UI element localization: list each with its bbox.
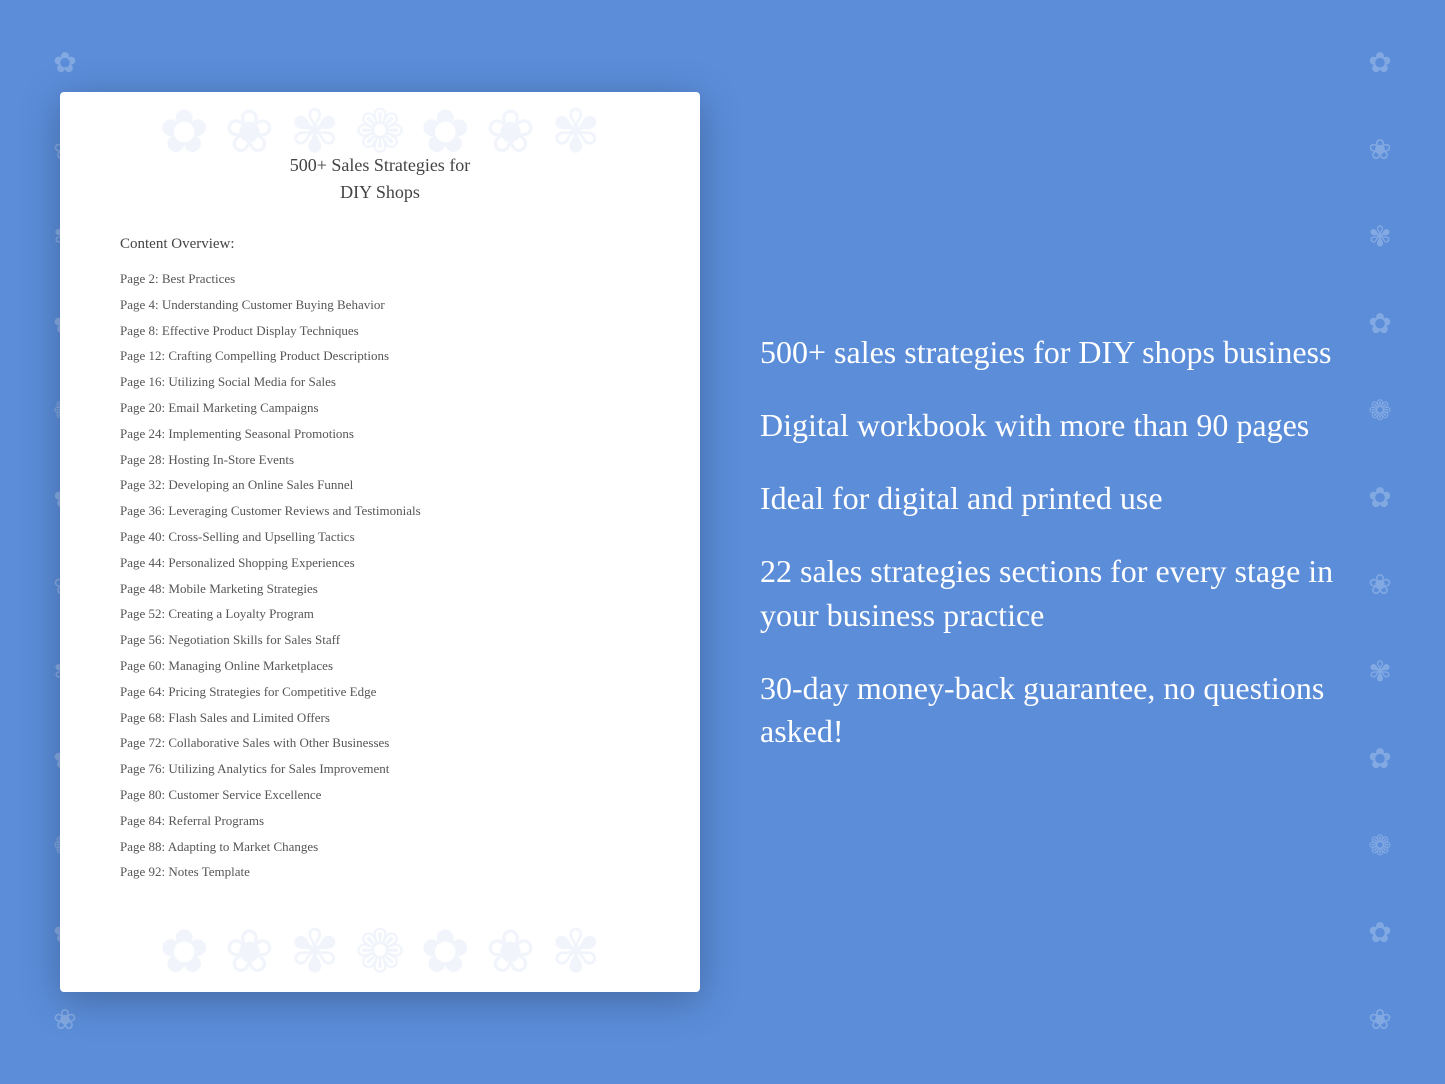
topic-title: Managing Online Marketplaces bbox=[168, 658, 333, 673]
table-row: Page 52: Creating a Loyalty Program bbox=[120, 604, 640, 625]
feature-block-2: Digital workbook with more than 90 pages bbox=[760, 404, 1385, 447]
table-row: Page 24: Implementing Seasonal Promotion… bbox=[120, 424, 640, 445]
page-number: Page 60: bbox=[120, 656, 165, 677]
table-row: Page 12: Crafting Compelling Product Des… bbox=[120, 346, 640, 367]
watermark-bottom: ✿ ❀ ✾ ❁ ✿ ❀ ✾ bbox=[60, 912, 700, 992]
feature-block-5: 30-day money-back guarantee, no question… bbox=[760, 667, 1385, 753]
page-number: Page 56: bbox=[120, 630, 165, 651]
page-number: Page 44: bbox=[120, 553, 165, 574]
table-row: Page 16: Utilizing Social Media for Sale… bbox=[120, 372, 640, 393]
section-title: Content Overview: bbox=[120, 236, 640, 253]
topic-title: Creating a Loyalty Program bbox=[168, 606, 314, 621]
document-card: ✿ ❀ ✾ ❁ ✿ ❀ ✾ 500+ Sales Strategies for … bbox=[60, 92, 700, 992]
topic-title: Adapting to Market Changes bbox=[168, 839, 319, 854]
table-row: Page 72: Collaborative Sales with Other … bbox=[120, 733, 640, 754]
table-row: Page 84: Referral Programs bbox=[120, 811, 640, 832]
document-title: 500+ Sales Strategies for DIY Shops bbox=[120, 152, 640, 206]
topic-title: Referral Programs bbox=[168, 813, 264, 828]
feature-block-1: 500+ sales strategies for DIY shops busi… bbox=[760, 331, 1385, 374]
table-row: Page 36: Leveraging Customer Reviews and… bbox=[120, 501, 640, 522]
page-number: Page 12: bbox=[120, 346, 165, 367]
table-of-contents: Page 2: Best PracticesPage 4: Understand… bbox=[120, 269, 640, 883]
topic-title: Pricing Strategies for Competitive Edge bbox=[168, 684, 376, 699]
page-number: Page 72: bbox=[120, 733, 165, 754]
page-number: Page 76: bbox=[120, 759, 165, 780]
topic-title: Email Marketing Campaigns bbox=[168, 400, 318, 415]
table-row: Page 32: Developing an Online Sales Funn… bbox=[120, 475, 640, 496]
page-number: Page 16: bbox=[120, 372, 165, 393]
topic-title: Cross-Selling and Upselling Tactics bbox=[168, 529, 354, 544]
topic-title: Flash Sales and Limited Offers bbox=[168, 710, 330, 725]
features-panel: 500+ sales strategies for DIY shops busi… bbox=[760, 311, 1385, 773]
table-row: Page 48: Mobile Marketing Strategies bbox=[120, 579, 640, 600]
topic-title: Personalized Shopping Experiences bbox=[168, 555, 354, 570]
table-row: Page 60: Managing Online Marketplaces bbox=[120, 656, 640, 677]
page-number: Page 40: bbox=[120, 527, 165, 548]
topic-title: Hosting In-Store Events bbox=[168, 452, 294, 467]
topic-title: Collaborative Sales with Other Businesse… bbox=[168, 735, 389, 750]
page-number: Page 36: bbox=[120, 501, 165, 522]
table-row: Page 8: Effective Product Display Techni… bbox=[120, 321, 640, 342]
table-row: Page 64: Pricing Strategies for Competit… bbox=[120, 682, 640, 703]
page-number: Page 20: bbox=[120, 398, 165, 419]
table-row: Page 4: Understanding Customer Buying Be… bbox=[120, 295, 640, 316]
table-row: Page 20: Email Marketing Campaigns bbox=[120, 398, 640, 419]
page-number: Page 32: bbox=[120, 475, 165, 496]
table-row: Page 56: Negotiation Skills for Sales St… bbox=[120, 630, 640, 651]
table-row: Page 28: Hosting In-Store Events bbox=[120, 450, 640, 471]
topic-title: Customer Service Excellence bbox=[168, 787, 321, 802]
topic-title: Understanding Customer Buying Behavior bbox=[162, 297, 385, 312]
topic-title: Developing an Online Sales Funnel bbox=[168, 477, 353, 492]
topic-title: Best Practices bbox=[162, 271, 235, 286]
feature-block-4: 22 sales strategies sections for every s… bbox=[760, 550, 1385, 636]
page-number: Page 52: bbox=[120, 604, 165, 625]
table-row: Page 80: Customer Service Excellence bbox=[120, 785, 640, 806]
table-row: Page 44: Personalized Shopping Experienc… bbox=[120, 553, 640, 574]
table-row: Page 92: Notes Template bbox=[120, 862, 640, 883]
topic-title: Leveraging Customer Reviews and Testimon… bbox=[168, 503, 420, 518]
page-number: Page 28: bbox=[120, 450, 165, 471]
page-number: Page 68: bbox=[120, 708, 165, 729]
topic-title: Effective Product Display Techniques bbox=[162, 323, 359, 338]
page-number: Page 64: bbox=[120, 682, 165, 703]
page-number: Page 48: bbox=[120, 579, 165, 600]
topic-title: Utilizing Social Media for Sales bbox=[168, 374, 336, 389]
page-number: Page 88: bbox=[120, 837, 165, 858]
page-number: Page 80: bbox=[120, 785, 165, 806]
table-row: Page 68: Flash Sales and Limited Offers bbox=[120, 708, 640, 729]
main-content: ✿ ❀ ✾ ❁ ✿ ❀ ✾ 500+ Sales Strategies for … bbox=[0, 0, 1445, 1084]
topic-title: Mobile Marketing Strategies bbox=[168, 581, 317, 596]
topic-title: Utilizing Analytics for Sales Improvemen… bbox=[168, 761, 389, 776]
topic-title: Crafting Compelling Product Descriptions bbox=[168, 348, 389, 363]
table-row: Page 88: Adapting to Market Changes bbox=[120, 837, 640, 858]
page-number: Page 92: bbox=[120, 862, 165, 883]
page-number: Page 84: bbox=[120, 811, 165, 832]
page-number: Page 8: bbox=[120, 321, 159, 342]
feature-block-3: Ideal for digital and printed use bbox=[760, 477, 1385, 520]
table-row: Page 40: Cross-Selling and Upselling Tac… bbox=[120, 527, 640, 548]
topic-title: Notes Template bbox=[168, 864, 250, 879]
topic-title: Implementing Seasonal Promotions bbox=[168, 426, 354, 441]
table-row: Page 2: Best Practices bbox=[120, 269, 640, 290]
page-number: Page 24: bbox=[120, 424, 165, 445]
topic-title: Negotiation Skills for Sales Staff bbox=[168, 632, 340, 647]
page-number: Page 2: bbox=[120, 269, 159, 290]
page-number: Page 4: bbox=[120, 295, 159, 316]
table-row: Page 76: Utilizing Analytics for Sales I… bbox=[120, 759, 640, 780]
